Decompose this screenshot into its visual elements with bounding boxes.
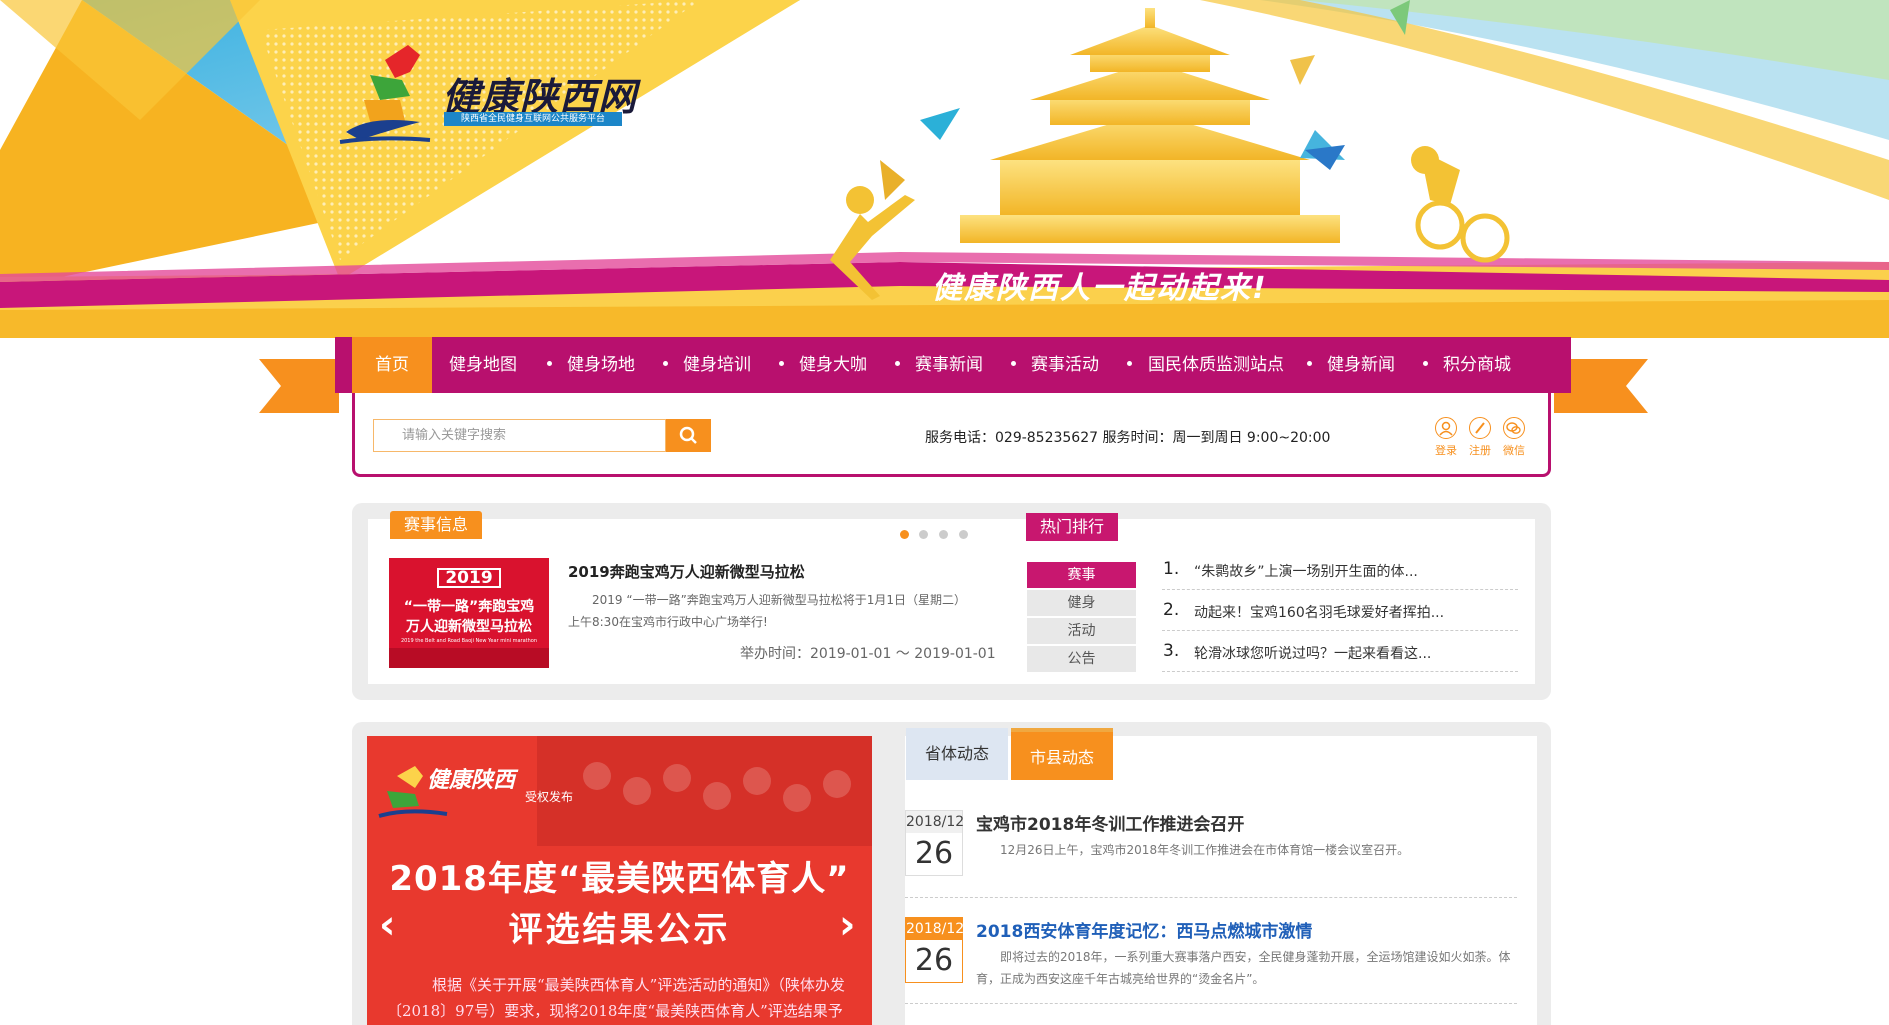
ranking-tag: 热门排行 [1026,513,1118,541]
events-tag: 赛事信息 [390,511,482,539]
nav-item-event-news[interactable]: 赛事新闻 [909,337,989,393]
nav-item-events[interactable]: 赛事活动 [1025,337,1105,393]
news-divider [905,1003,1517,1004]
ranking-tab-activities[interactable]: 活动 [1027,618,1136,644]
nav-separator [895,361,900,366]
event-image-caption: 2019 the Belt and Road Baoji New Year mi… [400,638,538,644]
ranking-tab-events[interactable]: 赛事 [1027,562,1136,588]
slide-paragraph: 根据《关于开展“最美陕西体育人”评选活动的通知》（陕体办发〔2018〕97号）要… [387,976,845,1020]
ranking-number: 3. [1163,641,1180,661]
carousel-dot[interactable] [939,530,948,539]
news-description: 12月26日上午，宝鸡市2018年冬训工作推进会在市体育馆一楼会议室召开。 [1000,843,1410,857]
nav-separator [547,361,552,366]
slide-logo: 健康陕西 [427,768,516,793]
featured-slide[interactable]: 健康陕西 受权发布 2018年度“最美陕西体育人” 评选结果公示 根据《关于开展… [367,736,872,1025]
register-button[interactable]: 注册 [1464,417,1496,458]
pencil-icon [1469,417,1491,439]
wechat-icon [1503,417,1525,439]
news-date: 2018/12 26 [905,917,964,983]
main-nav: 首页 健身地图 健身场地 健身培训 健身大咖 赛事新闻 赛事活动 国民体质监测站… [335,337,1571,393]
event-image-line1: “一带一路”奔跑宝鸡 [403,599,535,615]
nav-separator [1127,361,1132,366]
news-date-day: 26 [914,836,954,871]
nav-separator [1011,361,1016,366]
nav-item-fitness-map[interactable]: 健身地图 [443,337,523,393]
nav-item-fitness-news[interactable]: 健身新闻 [1321,337,1401,393]
slide-next-icon[interactable]: › [839,902,855,948]
nav-separator [663,361,668,366]
wechat-button[interactable]: 微信 [1498,417,1530,458]
login-button[interactable]: 登录 [1430,417,1462,458]
news-date-month: 2018/12 [906,811,964,833]
ranking-item[interactable]: 2. 动起来！宝鸡160名羽毛球爱好者挥拍... [1162,590,1518,631]
search-bar: 请输入关键字搜索 服务电话：029-85235627 服务时间：周一到周日 9:… [352,393,1551,477]
nav-item-fitness-stations[interactable]: 国民体质监测站点 [1141,337,1291,393]
nav-separator [1307,361,1312,366]
header-banner: 健康陕西网 陕西省全民健身互联网公共服务平台 健康陕西人一起动起来! [0,0,1889,338]
user-icon [1435,417,1457,439]
tab-province-news[interactable]: 省体动态 [906,728,1008,780]
login-label: 登录 [1435,444,1457,457]
ribbon-left [259,359,339,413]
logo-subtitle: 陕西省全民健身互联网公共服务平台 [444,112,622,126]
ranking-number: 2. [1163,600,1180,620]
nav-separator [779,361,784,366]
slide-headline: 2018年度“最美陕西体育人” [389,859,850,899]
ranking-item[interactable]: 1. “朱鹮故乡”上演一场别开生面的体... [1162,549,1518,590]
banner-slogan: 健康陕西人一起动起来! [932,271,1268,306]
event-image-line2: 万人迎新微型马拉松 [406,619,532,635]
ranking-tab-fitness[interactable]: 健身 [1027,590,1136,616]
event-image[interactable]: 2019 “一带一路”奔跑宝鸡 万人迎新微型马拉松 2019 the Belt … [389,558,549,668]
ranking-tab-notices[interactable]: 公告 [1027,646,1136,672]
news-date: 2018/12 26 [905,810,964,876]
service-info: 服务电话：029-85235627 服务时间：周一到周日 9:00~20:00 [925,430,1331,446]
event-description: 2019 “一带一路”奔跑宝鸡万人迎新微型马拉松将于1月1日（星期二）上午8:3… [568,593,967,629]
event-time: 举办时间：2019-01-01 ～ 2019-01-01 [740,646,996,662]
tab-city-news[interactable]: 市县动态 [1011,728,1113,780]
nav-item-home[interactable]: 首页 [352,337,432,393]
nav-item-experts[interactable]: 健身大咖 [793,337,873,393]
slide-badge: 受权发布 [525,790,574,804]
news-description: 即将过去的2018年，一系列重大赛事落户西安，全民健身蓬勃开展，全运场馆建设如火… [976,950,1511,986]
search-input[interactable]: 请输入关键字搜索 [373,419,666,452]
news-date-month: 2018/12 [906,918,964,940]
slide-subheadline: 评选结果公示 [508,910,731,950]
ranking-text: 动起来！宝鸡160名羽毛球爱好者挥拍... [1194,605,1445,621]
search-button[interactable] [666,419,711,452]
ranking-text: “朱鹮故乡”上演一场别开生面的体... [1194,564,1418,580]
nav-item-venues[interactable]: 健身场地 [561,337,641,393]
slide-prev-icon[interactable]: ‹ [379,902,395,948]
event-title[interactable]: 2019奔跑宝鸡万人迎新微型马拉松 [568,561,805,582]
ranking-item[interactable]: 3. 轮滑冰球您听说过吗？一起来看看这... [1162,631,1518,672]
nav-separator [1423,361,1428,366]
news-title[interactable]: 2018西安体育年度记忆：西马点燃城市激情 [976,917,1312,942]
event-image-year: 2019 [437,568,501,588]
news-title[interactable]: 宝鸡市2018年冬训工作推进会召开 [976,810,1244,835]
ranking-text: 轮滑冰球您听说过吗？一起来看看这... [1194,646,1432,662]
nav-item-points-mall[interactable]: 积分商城 [1437,337,1517,393]
search-icon [679,426,697,444]
news-divider [905,897,1517,898]
ranking-number: 1. [1163,559,1180,579]
carousel-dot[interactable] [900,530,909,539]
news-date-day: 26 [914,943,954,978]
carousel-dot[interactable] [959,530,968,539]
nav-item-training[interactable]: 健身培训 [677,337,757,393]
register-label: 注册 [1469,444,1491,457]
wechat-label: 微信 [1503,444,1525,457]
carousel-dot[interactable] [919,530,928,539]
